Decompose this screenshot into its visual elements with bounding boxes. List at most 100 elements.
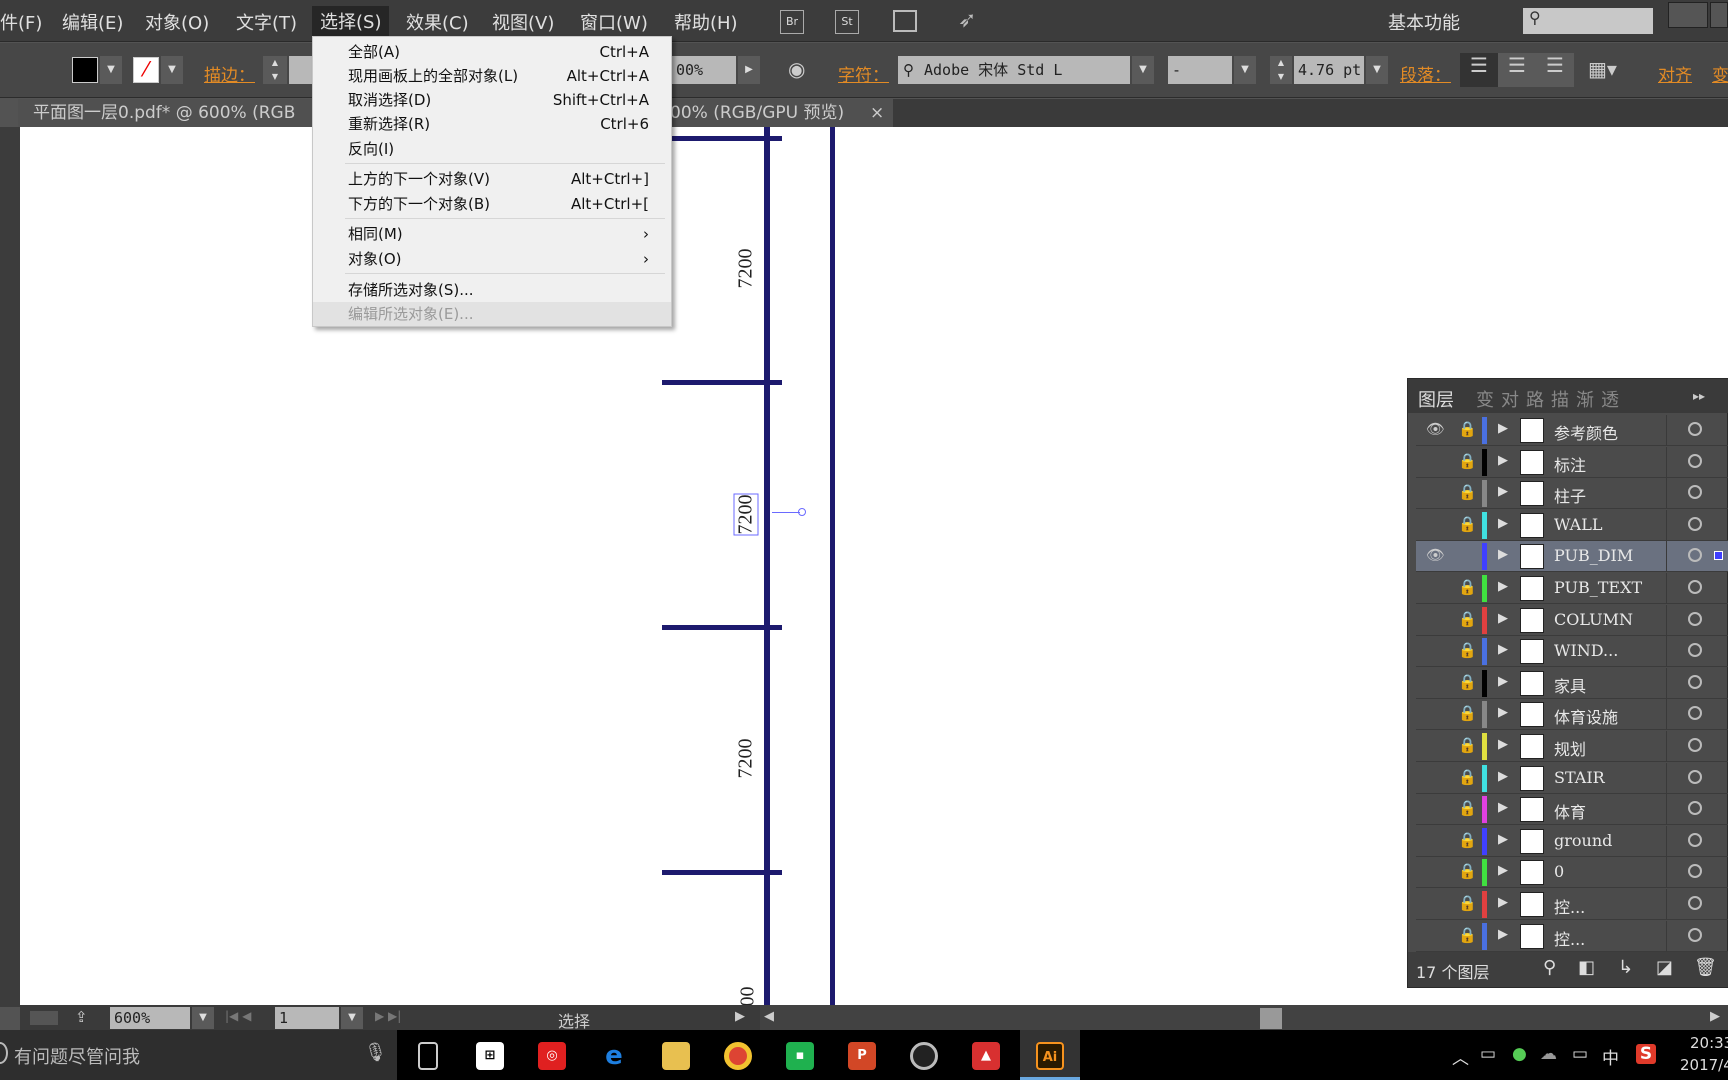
layer-name[interactable]: PUB_TEXT <box>1554 578 1642 597</box>
layer-row[interactable]: 👁 🔒 ▶ 参考颜色 <box>1416 415 1728 446</box>
lock-icon[interactable]: 🔒 <box>1458 610 1477 628</box>
scroll-left-arrow[interactable]: ◀ <box>764 1009 774 1024</box>
menu-file[interactable]: 件(F) <box>0 9 42 35</box>
target-circle-icon[interactable] <box>1688 548 1702 563</box>
target-circle-icon[interactable] <box>1688 864 1702 879</box>
tools-panel[interactable] <box>0 127 20 1007</box>
clipping-mask-icon[interactable]: ◧ <box>1578 957 1595 978</box>
lock-icon[interactable]: 🔒 <box>1458 799 1477 817</box>
eye-icon[interactable]: 👁 <box>1426 546 1445 564</box>
layer-name[interactable]: 控... <box>1554 926 1585 950</box>
menu-item[interactable]: 上方的下一个对象(V) Alt+Ctrl+] <box>313 167 671 191</box>
expand-arrow-icon[interactable]: ▶ <box>1498 484 1508 499</box>
obs-icon[interactable] <box>910 1042 938 1070</box>
dimension-label[interactable]: 7200 <box>735 739 758 779</box>
menu-help[interactable]: 帮助(H) <box>674 9 738 35</box>
eye-icon[interactable]: 👁 <box>1426 420 1445 438</box>
stroke-weight-stepper[interactable]: ▲ ▼ <box>263 56 287 84</box>
lock-icon[interactable]: 🔒 <box>1458 862 1477 880</box>
clock-date[interactable]: 2017/4 <box>1680 1056 1728 1074</box>
lock-icon[interactable]: 🔒 <box>1458 673 1477 691</box>
envelope-grid-icon[interactable]: ▦▾ <box>1588 57 1617 81</box>
layer-row[interactable]: 🔒 ▶ 控... <box>1416 889 1728 920</box>
expand-arrow-icon[interactable]: ▶ <box>1498 895 1508 910</box>
font-style-dropdown[interactable]: ▼ <box>1234 56 1256 84</box>
stock-button[interactable]: St <box>835 10 859 34</box>
align-right-button[interactable]: ☰ <box>1536 53 1574 87</box>
menu-edit[interactable]: 编辑(E) <box>62 9 123 35</box>
lock-icon[interactable]: 🔒 <box>1458 452 1477 470</box>
expand-arrow-icon[interactable]: ▶ <box>1498 800 1508 815</box>
tab-align[interactable]: 对 <box>1501 386 1519 412</box>
tab-pathfinder[interactable]: 路 <box>1526 386 1544 412</box>
ime-indicator[interactable]: 中 <box>1602 1044 1619 1069</box>
stroke-dropdown[interactable]: ▼ <box>161 56 183 84</box>
layer-row[interactable]: 🔒 ▶ 规划 <box>1416 731 1728 762</box>
tab-layers[interactable]: 图层 <box>1418 386 1454 412</box>
rocket-icon[interactable]: ➶ <box>958 8 976 33</box>
new-layer-icon[interactable]: ◪ <box>1656 957 1673 978</box>
new-sublayer-icon[interactable]: ↳ <box>1618 957 1633 978</box>
lock-icon[interactable]: 🔒 <box>1458 641 1477 659</box>
expand-arrow-icon[interactable]: ▶ <box>1498 674 1508 689</box>
lock-icon[interactable]: 🔒 <box>1458 926 1477 944</box>
zoom-level-input[interactable]: 600% <box>110 1007 190 1029</box>
menu-item[interactable]: 现用画板上的全部对象(L) Alt+Ctrl+A <box>313 64 671 88</box>
expand-arrow-icon[interactable]: ▶ <box>1498 453 1508 468</box>
target-circle-icon[interactable] <box>1688 580 1702 594</box>
menu-object[interactable]: 对象(O) <box>145 9 209 35</box>
align-left-button[interactable]: ☰ <box>1460 53 1498 87</box>
opacity-arrow[interactable]: ▶ <box>738 56 760 84</box>
chrome-icon[interactable] <box>724 1042 752 1070</box>
lock-icon[interactable]: 🔒 <box>1458 515 1477 533</box>
dimension-label[interactable]: 7200 <box>735 249 758 289</box>
menu-item[interactable]: 相同(M) › <box>313 222 671 246</box>
lock-icon[interactable]: 🔒 <box>1458 578 1477 596</box>
stroke-label[interactable]: 描边： <box>204 61 255 86</box>
trash-icon[interactable]: 🗑 <box>1694 957 1717 978</box>
lock-icon[interactable]: 🔒 <box>1458 483 1477 501</box>
edge-icon[interactable]: e <box>600 1042 628 1070</box>
layer-name[interactable]: WALL <box>1554 515 1602 534</box>
menu-item[interactable]: 存储所选对象(S)... <box>313 278 671 302</box>
menu-window[interactable]: 窗口(W) <box>580 9 648 35</box>
target-circle-icon[interactable] <box>1688 485 1702 500</box>
microphone-icon[interactable]: 🎙 <box>364 1042 387 1063</box>
network-icon[interactable]: ▭ <box>1572 1044 1588 1064</box>
cloud-icon[interactable]: ☁ <box>1540 1044 1557 1064</box>
expand-arrow-icon[interactable]: ▶ <box>1498 832 1508 847</box>
workspace-switcher[interactable]: 基本功能 <box>1388 9 1460 35</box>
expand-arrow-icon[interactable]: ▶ <box>1498 705 1508 720</box>
dimension-label[interactable]: 00 <box>737 987 760 1006</box>
tab-gradient[interactable]: 渐 <box>1576 386 1594 412</box>
search-input[interactable]: ⚲ <box>1523 8 1653 34</box>
battery-icon[interactable]: ▭ <box>1480 1044 1496 1064</box>
layer-name[interactable]: 柱子 <box>1554 483 1586 507</box>
tray-expand-icon[interactable]: ︿ <box>1452 1044 1469 1069</box>
expand-arrow-icon[interactable]: ▶ <box>1498 516 1508 531</box>
fill-swatch[interactable] <box>72 57 98 83</box>
layer-name[interactable]: PUB_DIM <box>1554 546 1633 565</box>
layer-name[interactable]: 参考颜色 <box>1554 420 1618 444</box>
target-circle-icon[interactable] <box>1688 706 1702 721</box>
share-icon[interactable]: ⇪ <box>75 1008 88 1026</box>
stroke-weight-input[interactable] <box>289 56 313 84</box>
layer-row[interactable]: 🔒 ▶ PUB_TEXT <box>1416 573 1728 604</box>
layer-name[interactable]: WIND... <box>1554 641 1618 660</box>
target-circle-icon[interactable] <box>1688 516 1702 531</box>
next-artboard-button[interactable]: ▶ ▶| <box>375 1009 401 1023</box>
autocad-icon[interactable]: ▲ <box>972 1042 1000 1070</box>
font-size-input[interactable]: 4.76 pt <box>1294 56 1364 84</box>
artboard-number-input[interactable]: 1 <box>275 1007 339 1029</box>
layer-row[interactable]: 🔒 ▶ WALL <box>1416 509 1728 541</box>
opacity-input[interactable]: 00% <box>672 56 736 84</box>
tab-transparency[interactable]: 透 <box>1601 386 1619 412</box>
layer-row[interactable]: 🔒 ▶ STAIR <box>1416 762 1728 794</box>
lock-icon[interactable]: 🔒 <box>1458 894 1477 912</box>
layer-name[interactable]: 规划 <box>1554 736 1586 760</box>
artboard-dropdown[interactable]: ▼ <box>341 1007 363 1029</box>
target-circle-icon[interactable] <box>1688 832 1702 847</box>
layer-name[interactable]: 体育设施 <box>1554 704 1618 728</box>
align-center-button[interactable]: ☰ <box>1498 53 1536 87</box>
stroke-none-swatch[interactable]: ⁄ <box>133 57 159 83</box>
